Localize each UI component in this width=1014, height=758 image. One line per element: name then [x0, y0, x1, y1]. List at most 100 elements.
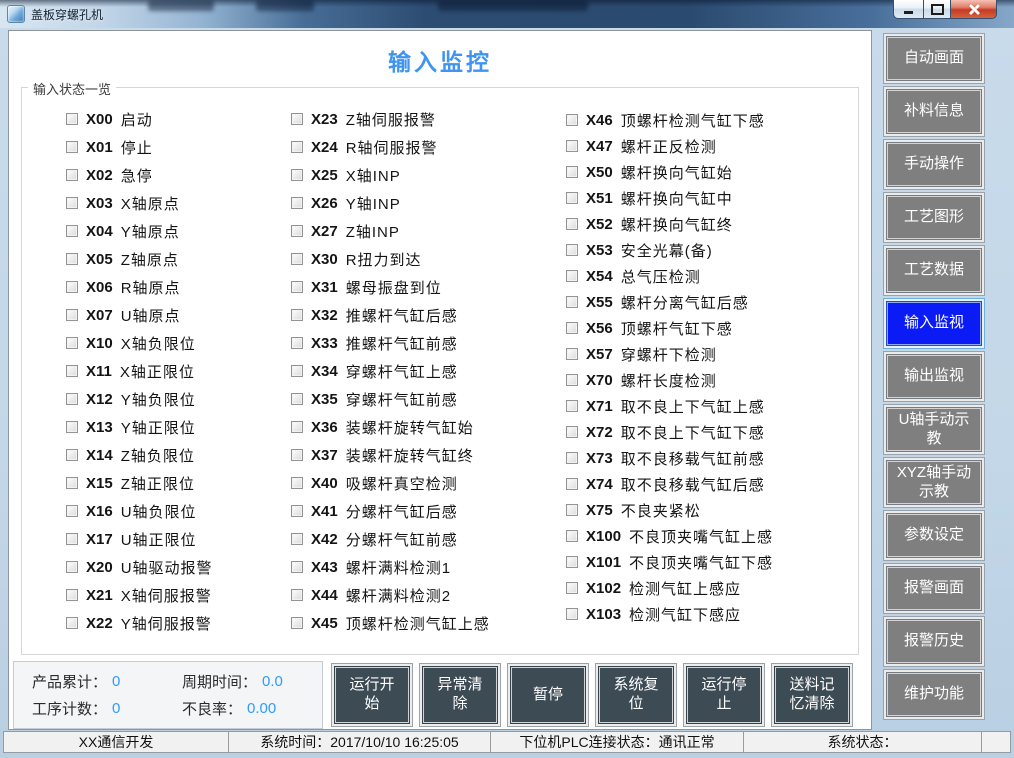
sidebar-nav-button[interactable]: 自动画面 — [886, 36, 982, 81]
input-state-checkbox[interactable] — [66, 113, 78, 125]
input-status-item: X46 顶螺杆检测气缸下感 — [566, 107, 773, 133]
sidebar-nav-button[interactable]: 维护功能 — [886, 672, 982, 717]
input-state-checkbox[interactable] — [66, 337, 78, 349]
machine-action-button[interactable]: 送料记 忆清除 — [774, 666, 850, 724]
input-state-checkbox[interactable] — [566, 166, 578, 178]
input-code: X10 — [86, 335, 113, 352]
sidebar-nav-button[interactable]: 输出监视 — [886, 354, 982, 399]
sidebar-nav-button[interactable]: XYZ轴手动 示教 — [886, 460, 982, 505]
input-state-checkbox[interactable] — [291, 477, 303, 489]
input-state-checkbox[interactable] — [66, 309, 78, 321]
window-controls — [893, 0, 997, 19]
input-status-item: X57 穿螺杆下检测 — [566, 341, 773, 367]
input-state-checkbox[interactable] — [291, 337, 303, 349]
minimize-button[interactable] — [893, 0, 923, 19]
input-state-checkbox[interactable] — [291, 421, 303, 433]
input-state-checkbox[interactable] — [566, 296, 578, 308]
input-state-checkbox[interactable] — [66, 449, 78, 461]
input-status-item: X45 顶螺杆检测气缸上感 — [291, 609, 490, 637]
input-state-checkbox[interactable] — [291, 589, 303, 601]
machine-action-button[interactable]: 暂停 — [510, 666, 586, 724]
input-state-checkbox[interactable] — [291, 281, 303, 293]
input-state-checkbox[interactable] — [291, 309, 303, 321]
input-state-checkbox[interactable] — [291, 225, 303, 237]
input-state-checkbox[interactable] — [566, 270, 578, 282]
machine-action-button[interactable]: 系统复 位 — [598, 666, 674, 724]
machine-action-button[interactable]: 异常清 除 — [422, 666, 498, 724]
input-state-checkbox[interactable] — [566, 504, 578, 516]
machine-action-button[interactable]: 运行停 止 — [686, 666, 762, 724]
input-state-checkbox[interactable] — [566, 400, 578, 412]
sidebar-nav-button[interactable]: 报警画面 — [886, 566, 982, 611]
input-state-checkbox[interactable] — [566, 322, 578, 334]
input-state-checkbox[interactable] — [291, 393, 303, 405]
sidebar-nav-button[interactable]: 报警历史 — [886, 619, 982, 664]
input-state-checkbox[interactable] — [566, 530, 578, 542]
sidebar-nav-button[interactable]: 参数设定 — [886, 513, 982, 558]
input-state-checkbox[interactable] — [66, 253, 78, 265]
window-titlebar: 盖板穿螺孔机 — [0, 0, 1014, 28]
sidebar-nav-button[interactable]: 手动操作 — [886, 142, 982, 187]
input-state-checkbox[interactable] — [66, 589, 78, 601]
input-state-checkbox[interactable] — [291, 365, 303, 377]
input-state-checkbox[interactable] — [66, 505, 78, 517]
machine-action-button[interactable]: 运行开 始 — [334, 666, 410, 724]
input-state-checkbox[interactable] — [66, 617, 78, 629]
input-state-checkbox[interactable] — [66, 141, 78, 153]
input-state-checkbox[interactable] — [566, 582, 578, 594]
input-state-checkbox[interactable] — [566, 608, 578, 620]
input-label: 取不良上下气缸上感 — [621, 396, 765, 417]
input-state-checkbox[interactable] — [291, 561, 303, 573]
close-button[interactable] — [951, 0, 997, 19]
input-code: X40 — [311, 475, 338, 492]
sidebar-nav-button[interactable]: 补料信息 — [886, 89, 982, 134]
sidebar-nav-button[interactable]: U轴手动示 教 — [886, 407, 982, 452]
input-state-checkbox[interactable] — [66, 225, 78, 237]
input-state-checkbox[interactable] — [566, 478, 578, 490]
input-status-item: X06 R轴原点 — [66, 273, 213, 301]
input-state-checkbox[interactable] — [66, 365, 78, 377]
input-state-checkbox[interactable] — [566, 556, 578, 568]
input-label: 螺杆换向气缸始 — [621, 162, 733, 183]
machine-action-label: 运行开 始 — [349, 676, 394, 714]
input-state-checkbox[interactable] — [566, 192, 578, 204]
sidebar-nav-button[interactable]: 输入监视 — [886, 301, 982, 346]
input-status-groupbox: 输入状态一览 X00 启动 X01 停止 X02 急停 X03 X轴原点 X04… — [21, 87, 859, 655]
input-state-checkbox[interactable] — [66, 197, 78, 209]
input-state-checkbox[interactable] — [566, 374, 578, 386]
input-label: 装螺杆旋转气缸终 — [346, 445, 474, 466]
input-state-checkbox[interactable] — [291, 141, 303, 153]
input-status-item: X05 Z轴原点 — [66, 245, 213, 273]
input-state-checkbox[interactable] — [291, 533, 303, 545]
input-state-checkbox[interactable] — [66, 561, 78, 573]
input-state-checkbox[interactable] — [291, 449, 303, 461]
input-label: 装螺杆旋转气缸始 — [346, 417, 474, 438]
input-state-checkbox[interactable] — [66, 477, 78, 489]
input-state-checkbox[interactable] — [66, 393, 78, 405]
input-state-checkbox[interactable] — [291, 169, 303, 181]
input-state-checkbox[interactable] — [566, 244, 578, 256]
sidebar-nav-label: 工艺数据 — [904, 261, 964, 280]
input-state-checkbox[interactable] — [291, 617, 303, 629]
input-status-item: X37 装螺杆旋转气缸终 — [291, 441, 490, 469]
sidebar-nav-button[interactable]: 工艺数据 — [886, 248, 982, 293]
input-state-checkbox[interactable] — [66, 421, 78, 433]
input-state-checkbox[interactable] — [291, 505, 303, 517]
input-state-checkbox[interactable] — [566, 348, 578, 360]
input-state-checkbox[interactable] — [566, 218, 578, 230]
input-state-checkbox[interactable] — [566, 426, 578, 438]
input-state-checkbox[interactable] — [291, 197, 303, 209]
input-code: X41 — [311, 503, 338, 520]
input-state-checkbox[interactable] — [566, 114, 578, 126]
input-state-checkbox[interactable] — [566, 452, 578, 464]
input-state-checkbox[interactable] — [291, 113, 303, 125]
input-state-checkbox[interactable] — [566, 140, 578, 152]
input-state-checkbox[interactable] — [66, 169, 78, 181]
input-label: Z轴INP — [346, 221, 400, 242]
input-state-checkbox[interactable] — [66, 533, 78, 545]
sidebar-nav-label: 自动画面 — [904, 49, 964, 68]
input-state-checkbox[interactable] — [66, 281, 78, 293]
input-state-checkbox[interactable] — [291, 253, 303, 265]
sidebar-nav-button[interactable]: 工艺图形 — [886, 195, 982, 240]
maximize-button[interactable] — [923, 0, 951, 19]
